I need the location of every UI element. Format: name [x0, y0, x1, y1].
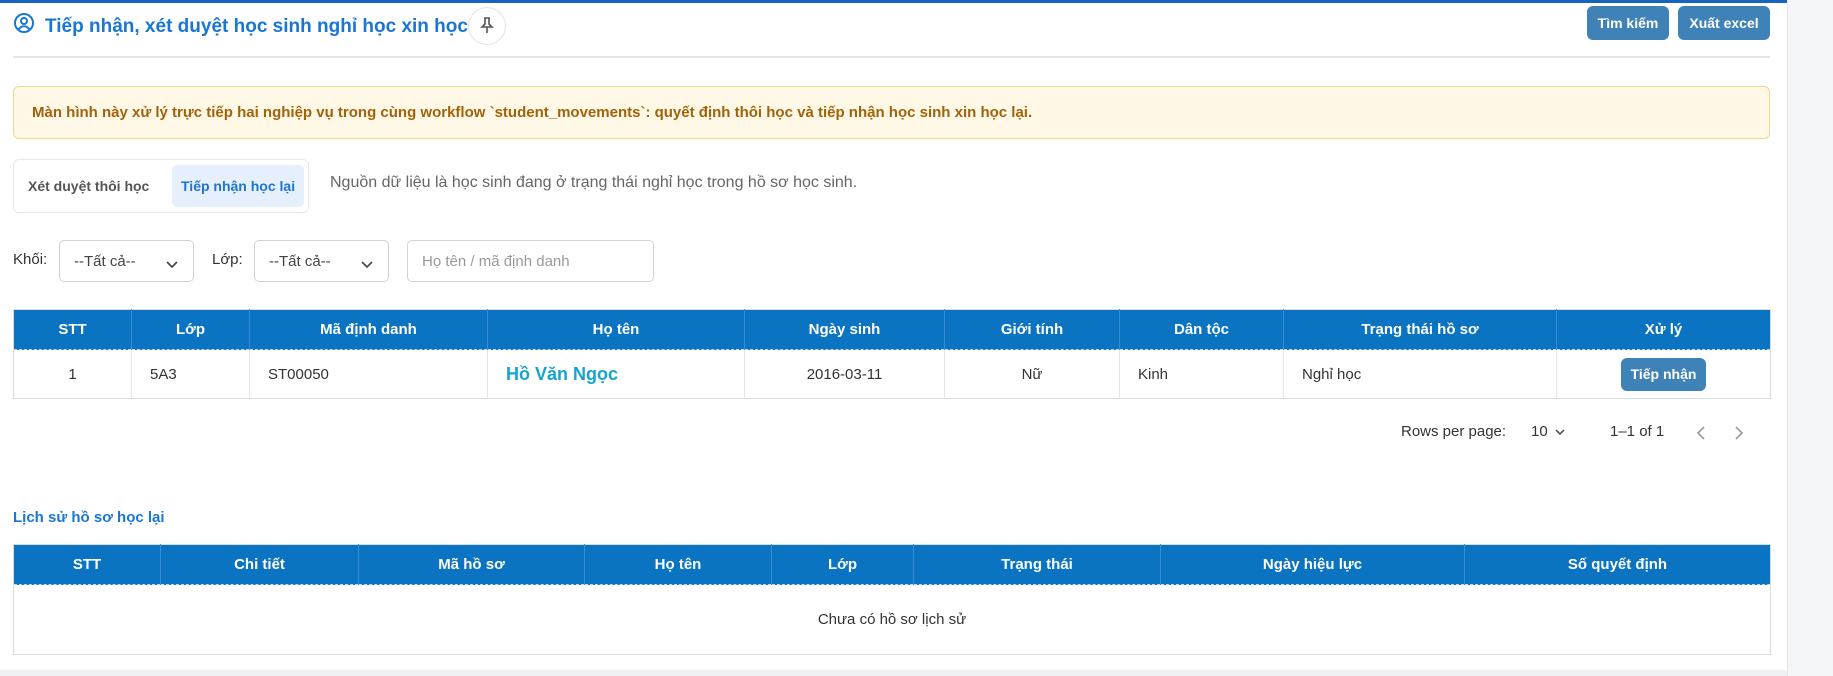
grade-select[interactable]: --Tất cả--: [59, 240, 194, 282]
column-header: Giới tính: [944, 309, 1120, 350]
chevron-down-icon: [360, 256, 374, 269]
rows-per-page-label: Rows per page:: [1401, 423, 1507, 440]
cell-id: ST00050: [249, 349, 488, 399]
history-table: STT Chi tiết Mã hồ sơ Họ tên Lớp Trạng t…: [13, 544, 1771, 655]
page-title: Tiếp nhận, xét duyệt học sinh nghỉ học x…: [45, 16, 495, 37]
page-header: Tiếp nhận, xét duyệt học sinh nghỉ học x…: [13, 6, 1770, 58]
column-header: Dân tộc: [1119, 309, 1284, 350]
table-header-row: STT Chi tiết Mã hồ sơ Họ tên Lớp Trạng t…: [13, 544, 1771, 585]
info-alert: Màn hình này xử lý trực tiếp hai nghiệp …: [13, 86, 1770, 139]
cell-stt: 1: [13, 349, 132, 399]
chevron-down-icon: [1554, 423, 1566, 440]
export-excel-button[interactable]: Xuất excel: [1678, 6, 1770, 40]
column-header: Chi tiết: [160, 544, 359, 585]
table-header-row: STT Lớp Mã định danh Họ tên Ngày sinh Gi…: [13, 309, 1771, 350]
class-select[interactable]: --Tất cả--: [254, 240, 389, 282]
cell-dob: 2016-03-11: [744, 349, 945, 399]
pin-button[interactable]: [468, 7, 506, 45]
students-table: STT Lớp Mã định danh Họ tên Ngày sinh Gi…: [13, 309, 1771, 399]
column-header: Trạng thái hồ sơ: [1283, 309, 1557, 350]
column-header: Xử lý: [1556, 309, 1771, 350]
table-row: 1 5A3 ST00050 Hồ Văn Ngọc 2016-03-11 Nữ …: [13, 349, 1771, 399]
cell-ethnicity: Kinh: [1119, 349, 1284, 399]
column-header: Số quyết định: [1464, 544, 1771, 585]
rows-per-page-select[interactable]: 10: [1531, 423, 1566, 440]
column-header: Mã hồ sơ: [358, 544, 585, 585]
column-header: STT: [13, 544, 161, 585]
cell-gender: Nữ: [944, 349, 1120, 399]
tab-xet-duyet-thoi-hoc[interactable]: Xét duyệt thôi học: [19, 165, 158, 207]
cell-class: 5A3: [131, 349, 250, 399]
empty-message: Chưa có hồ sơ lịch sử: [13, 584, 1771, 655]
chevron-left-icon[interactable]: [1694, 424, 1708, 442]
class-filter-label: Lớp:: [212, 251, 243, 268]
chevron-right-icon[interactable]: [1732, 424, 1746, 442]
cell-name: Hồ Văn Ngọc: [487, 349, 745, 399]
page-range: 1–1 of 1: [1610, 423, 1665, 440]
column-header: Lớp: [771, 544, 914, 585]
column-header: STT: [13, 309, 132, 350]
grade-select-value: --Tất cả--: [74, 252, 136, 270]
column-header: Họ tên: [487, 309, 745, 350]
class-select-value: --Tất cả--: [269, 252, 331, 270]
page-content: Tiếp nhận, xét duyệt học sinh nghỉ học x…: [0, 0, 1787, 670]
rows-per-page-value: 10: [1531, 423, 1548, 440]
search-button[interactable]: Tìm kiếm: [1587, 6, 1669, 40]
column-header: Ngày hiệu lực: [1160, 544, 1465, 585]
accept-button[interactable]: Tiếp nhận: [1620, 357, 1707, 391]
cell-status: Nghỉ học: [1283, 349, 1557, 399]
right-gutter: [1787, 0, 1833, 676]
data-source-note: Nguồn dữ liệu là học sinh đang ở trạng t…: [330, 174, 858, 191]
column-header: Ngày sinh: [744, 309, 945, 350]
bottom-gutter: [0, 670, 1787, 676]
chevron-down-icon: [165, 256, 179, 269]
name-id-search-input[interactable]: [407, 240, 654, 282]
pin-icon: [480, 16, 494, 37]
column-header: Trạng thái: [913, 544, 1161, 585]
tab-tiep-nhan-hoc-lai[interactable]: Tiếp nhận học lại: [172, 165, 305, 207]
empty-row: Chưa có hồ sơ lịch sử: [13, 584, 1771, 655]
column-header: Mã định danh: [249, 309, 488, 350]
column-header: Họ tên: [584, 544, 772, 585]
tab-group: Xét duyệt thôi học Tiếp nhận học lại: [13, 159, 309, 213]
history-title: Lịch sử hồ sơ học lại: [13, 509, 165, 526]
cell-action: Tiếp nhận: [1556, 349, 1771, 399]
user-circle-icon: [13, 12, 35, 34]
student-name-link[interactable]: Hồ Văn Ngọc: [506, 364, 618, 384]
grade-filter-label: Khối:: [13, 251, 48, 268]
column-header: Lớp: [131, 309, 250, 350]
